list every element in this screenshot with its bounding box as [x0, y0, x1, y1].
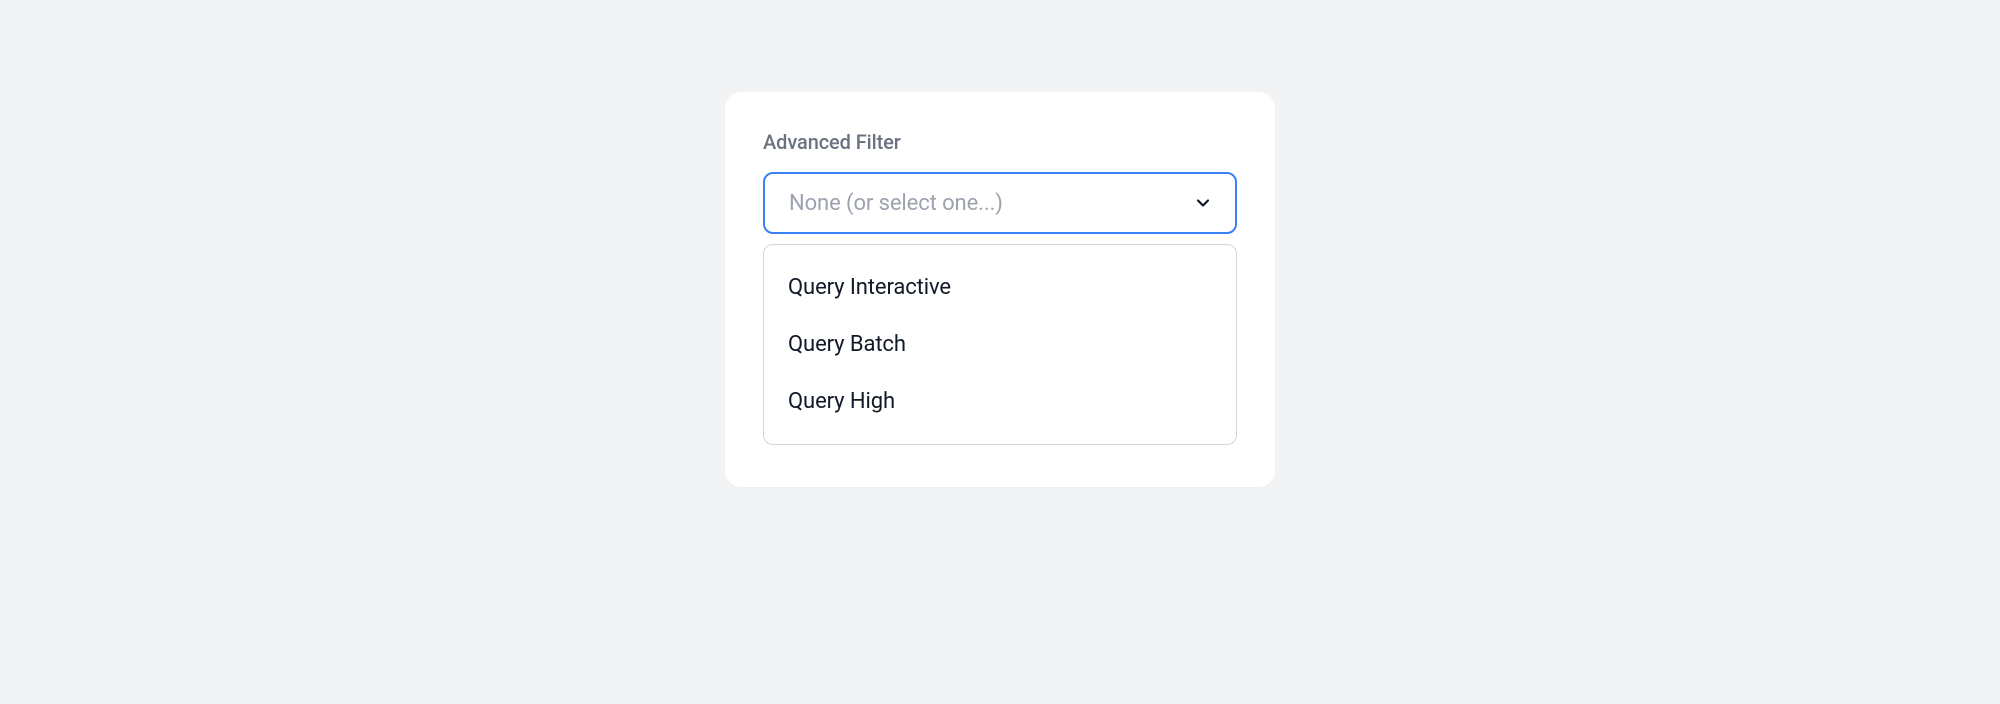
filter-select-placeholder: None (or select one...) [789, 191, 1003, 216]
filter-option-query-high[interactable]: Query High [764, 373, 1236, 430]
filter-option-query-interactive[interactable]: Query Interactive [764, 259, 1236, 316]
filter-label: Advanced Filter [763, 130, 1237, 154]
filter-option-query-batch[interactable]: Query Batch [764, 316, 1236, 373]
chevron-down-icon [1193, 193, 1213, 213]
filter-dropdown: Query Interactive Query Batch Query High [763, 244, 1237, 445]
advanced-filter-card: Advanced Filter None (or select one...) … [725, 92, 1275, 487]
filter-select[interactable]: None (or select one...) [763, 172, 1237, 234]
